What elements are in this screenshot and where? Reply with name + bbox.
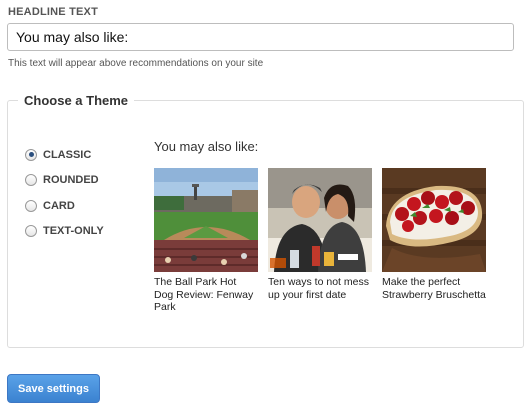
recommendation-card[interactable]: The Ball Park Hot Dog Review: Fenway Par… (154, 168, 258, 314)
theme-legend: Choose a Theme (24, 93, 129, 108)
recommendation-cards: The Ball Park Hot Dog Review: Fenway Par… (154, 168, 486, 314)
recommendation-card[interactable]: Make the perfect Strawberry Bruschetta (382, 168, 486, 314)
theme-fieldset: Choose a Theme CLASSIC ROUNDED CARD TEXT… (7, 93, 524, 348)
theme-option-text-only[interactable]: TEXT-ONLY (25, 219, 104, 245)
strawberry-bruschetta-image[interactable] (382, 168, 486, 272)
card-title[interactable]: Ten ways to not mess up your first date (268, 276, 372, 301)
headline-label: HEADLINE TEXT (8, 6, 98, 18)
theme-option-classic[interactable]: CLASSIC (25, 142, 104, 168)
theme-option-label: CARD (43, 199, 75, 212)
baseball-stadium-image[interactable] (154, 168, 258, 272)
preview-title: You may also like: (154, 139, 259, 154)
theme-option-label: ROUNDED (43, 174, 99, 187)
theme-option-rounded[interactable]: ROUNDED (25, 168, 104, 194)
radio-unchecked-icon[interactable] (25, 199, 37, 212)
theme-radio-group: CLASSIC ROUNDED CARD TEXT-ONLY (25, 142, 104, 244)
theme-option-label: TEXT-ONLY (43, 225, 104, 238)
save-settings-button[interactable]: Save settings (7, 374, 100, 403)
radio-checked-icon[interactable] (25, 148, 37, 161)
radio-unchecked-icon[interactable] (25, 225, 37, 238)
card-title[interactable]: Make the perfect Strawberry Bruschetta (382, 276, 486, 301)
headline-input[interactable] (7, 23, 514, 51)
recommendation-card[interactable]: Ten ways to not mess up your first date (268, 168, 372, 314)
headline-help-text: This text will appear above recommendati… (8, 58, 264, 69)
card-title[interactable]: The Ball Park Hot Dog Review: Fenway Par… (154, 276, 258, 314)
theme-option-card[interactable]: CARD (25, 193, 104, 219)
theme-option-label: CLASSIC (43, 148, 92, 161)
couple-dinner-image[interactable] (268, 168, 372, 272)
radio-unchecked-icon[interactable] (25, 174, 37, 187)
